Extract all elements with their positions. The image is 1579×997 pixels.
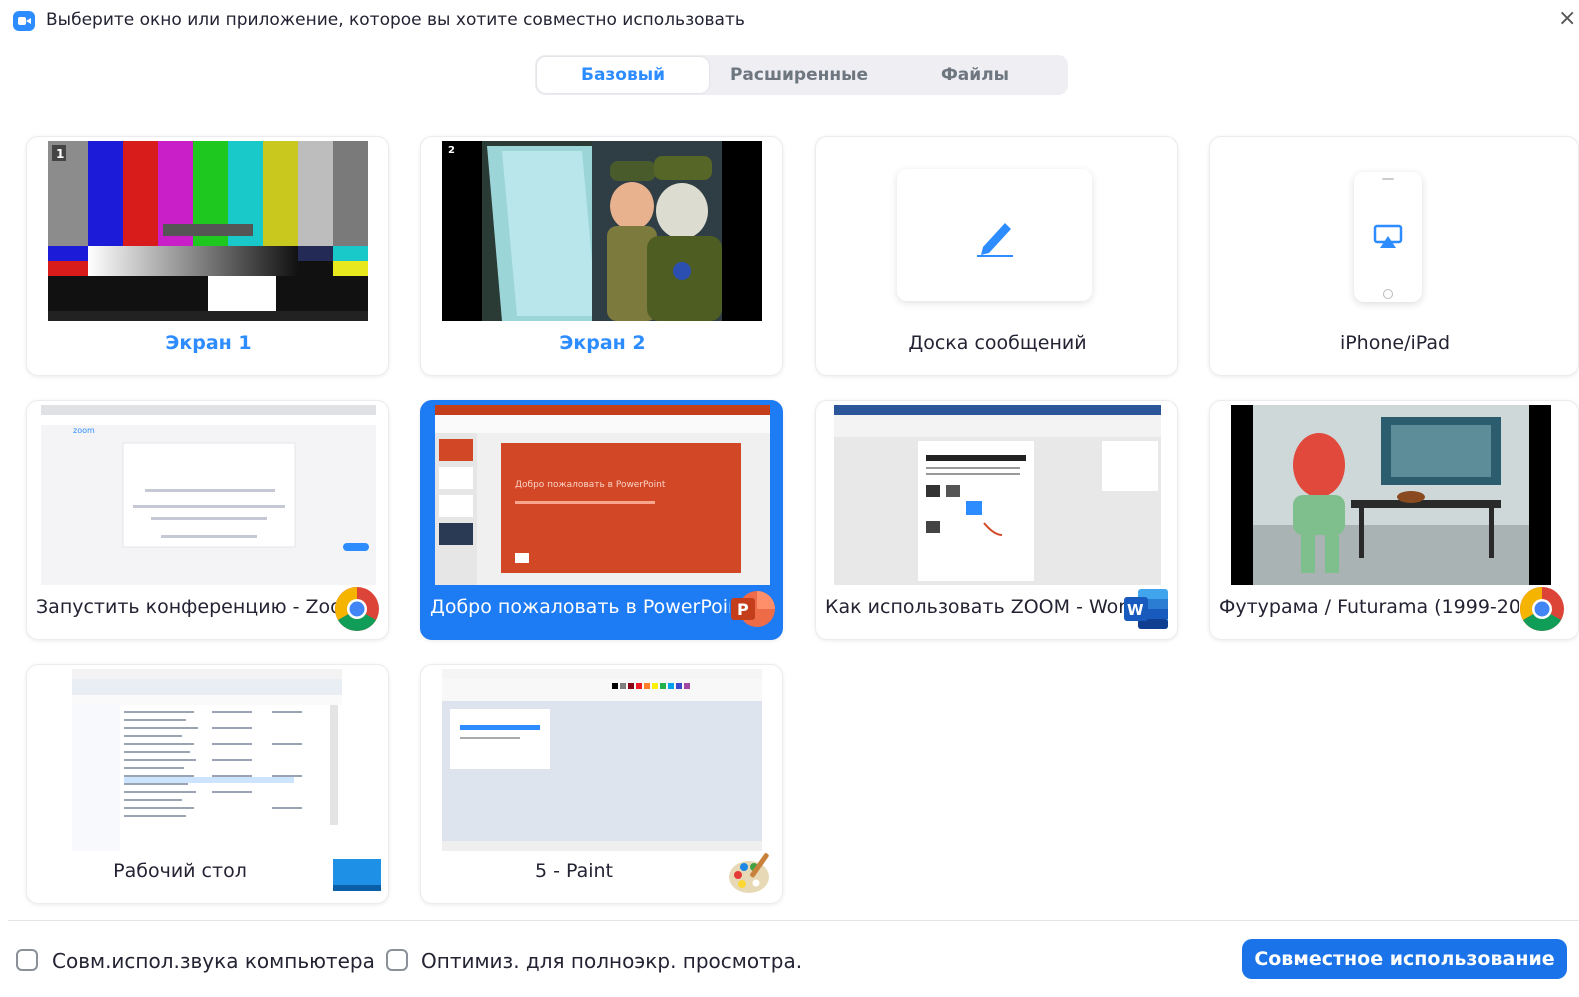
- zoom-app-icon: [13, 11, 35, 31]
- screen-1-number: 1: [56, 147, 64, 161]
- share-option-powerpoint[interactable]: Добро пожаловать в PowerPoint Добро пожа…: [420, 400, 783, 640]
- phone-preview: [1354, 172, 1422, 302]
- powerpoint-thumbnail: Добро пожаловать в PowerPoint: [435, 405, 770, 585]
- share-button[interactable]: Совместное использование: [1242, 939, 1567, 979]
- card-label-futurama: Футурама / Futurama (1999-2013...: [1219, 596, 1519, 618]
- card-label-whiteboard: Доска сообщений: [908, 332, 1087, 354]
- screen-2-number: 2: [448, 145, 455, 156]
- card-label-word: Как использовать ZOOM - Word: [825, 596, 1125, 618]
- svg-text:P: P: [737, 600, 749, 619]
- tab-files[interactable]: Файлы: [889, 57, 1061, 93]
- close-icon[interactable]: ×: [1558, 8, 1576, 30]
- share-option-screen-2[interactable]: 2 Экран 2: [420, 136, 783, 376]
- desktop-thumbnail: [72, 669, 342, 851]
- share-option-whiteboard[interactable]: Доска сообщений: [815, 136, 1178, 376]
- share-option-iphone-ipad[interactable]: iPhone/iPad: [1209, 136, 1579, 376]
- card-label-screen-2: Экран 2: [559, 332, 646, 354]
- share-tabs: Базовый Расширенные Файлы: [535, 55, 1068, 95]
- card-label-desktop: Рабочий стол: [113, 860, 247, 882]
- svg-text:W: W: [1127, 601, 1144, 619]
- word-thumbnail: [834, 405, 1161, 585]
- title-bar: Выберите окно или приложение, которое вы…: [0, 0, 1579, 42]
- chrome-icon: [335, 587, 379, 631]
- share-option-paint[interactable]: 5 - Paint: [420, 664, 783, 904]
- optimize-video-label: Оптимиз. для полноэкр. просмотра.: [421, 949, 803, 973]
- word-icon: W: [1124, 589, 1168, 629]
- card-label-iphone-ipad: iPhone/iPad: [1339, 332, 1451, 354]
- tab-advanced[interactable]: Расширенные: [713, 57, 885, 93]
- share-option-screen-1[interactable]: 1 Экран 1: [26, 136, 389, 376]
- screen-1-thumbnail: 1: [48, 141, 368, 321]
- card-label-paint: 5 - Paint: [534, 860, 614, 882]
- screen-2-thumbnail: 2: [442, 141, 762, 321]
- futurama-thumbnail: [1231, 405, 1551, 585]
- whiteboard-preview: [897, 169, 1092, 301]
- tab-basic[interactable]: Базовый: [537, 57, 709, 93]
- dialog-title: Выберите окно или приложение, которое вы…: [46, 10, 745, 30]
- share-option-desktop[interactable]: Рабочий стол: [26, 664, 389, 904]
- share-option-word[interactable]: Как использовать ZOOM - Word W: [815, 400, 1178, 640]
- card-label-chrome-zoom: Запустить конференцию - Zoo...: [36, 596, 336, 618]
- share-sound-checkbox[interactable]: [16, 949, 38, 971]
- chrome-icon: [1520, 587, 1564, 631]
- svg-text:zoom: zoom: [73, 426, 95, 435]
- airplay-icon: [1373, 224, 1403, 248]
- card-label-screen-1: Экран 1: [165, 332, 252, 354]
- slide-title-text: Добро пожаловать в PowerPoint: [515, 480, 666, 490]
- share-sound-label: Совм.испол.звука компьютера: [52, 949, 375, 973]
- paint-icon: [729, 853, 769, 893]
- share-option-chrome-zoom[interactable]: zoom Запустить конференцию - Zoo...: [26, 400, 389, 640]
- card-label-powerpoint: Добро пожаловать в PowerPoin...: [430, 596, 730, 618]
- desktop-icon: [333, 859, 381, 891]
- share-option-futurama[interactable]: Футурама / Futurama (1999-2013...: [1209, 400, 1579, 640]
- optimize-video-checkbox[interactable]: [386, 949, 408, 971]
- paint-thumbnail: [442, 669, 762, 851]
- footer-divider: [8, 920, 1579, 921]
- chrome-zoom-thumbnail: zoom: [41, 405, 376, 585]
- powerpoint-icon: P: [731, 591, 775, 627]
- pencil-icon: [977, 223, 1013, 257]
